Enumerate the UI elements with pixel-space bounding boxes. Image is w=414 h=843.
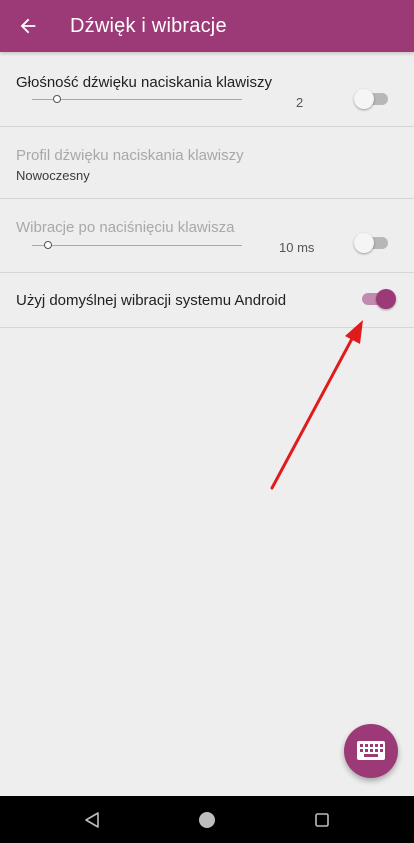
app-bar: Dźwięk i wibracje <box>0 0 414 52</box>
vibration-switch[interactable] <box>354 233 390 253</box>
system-vibration-switch[interactable] <box>360 289 396 309</box>
vibration-slider[interactable] <box>32 245 242 246</box>
setting-sound-profile-title: Profil dźwięku naciskania klawiszy <box>16 147 244 164</box>
nav-back-icon <box>85 812 99 828</box>
setting-key-volume-title: Głośność dźwięku naciskania klawiszy <box>16 74 272 91</box>
keyboard-fab-button[interactable] <box>344 724 398 778</box>
key-volume-slider-thumb[interactable] <box>52 95 61 103</box>
nav-home-button[interactable] <box>195 808 219 832</box>
nav-recents-icon <box>315 813 329 827</box>
setting-system-vibration[interactable]: Użyj domyślnej wibracji systemu Android <box>0 273 414 328</box>
vibration-slider-thumb[interactable] <box>44 241 53 249</box>
setting-sound-profile-value: Nowoczesny <box>16 168 90 183</box>
system-nav-bar <box>0 796 414 843</box>
page-title: Dźwięk i wibracje <box>70 14 227 37</box>
key-volume-switch[interactable] <box>354 89 390 109</box>
arrow-back-icon <box>20 18 36 34</box>
vibration-value: 10 ms <box>279 240 315 255</box>
setting-key-volume[interactable]: Głośność dźwięku naciskania klawiszy 2 <box>0 52 414 127</box>
key-volume-value: 2 <box>296 95 304 110</box>
key-volume-slider[interactable] <box>32 99 242 100</box>
setting-system-vibration-title: Użyj domyślnej wibracji systemu Android <box>16 292 287 309</box>
setting-vibration-title: Wibracje po naciśnięciu klawisza <box>16 219 235 236</box>
back-button[interactable] <box>2 0 54 52</box>
nav-recents-button[interactable] <box>310 808 334 832</box>
nav-back-button[interactable] <box>80 808 104 832</box>
nav-home-icon <box>199 812 215 828</box>
keyboard-icon <box>357 741 385 760</box>
setting-vibration[interactable]: Wibracje po naciśnięciu klawisza 10 ms <box>0 199 414 273</box>
setting-sound-profile[interactable]: Profil dźwięku naciskania klawiszy Nowoc… <box>0 127 414 199</box>
